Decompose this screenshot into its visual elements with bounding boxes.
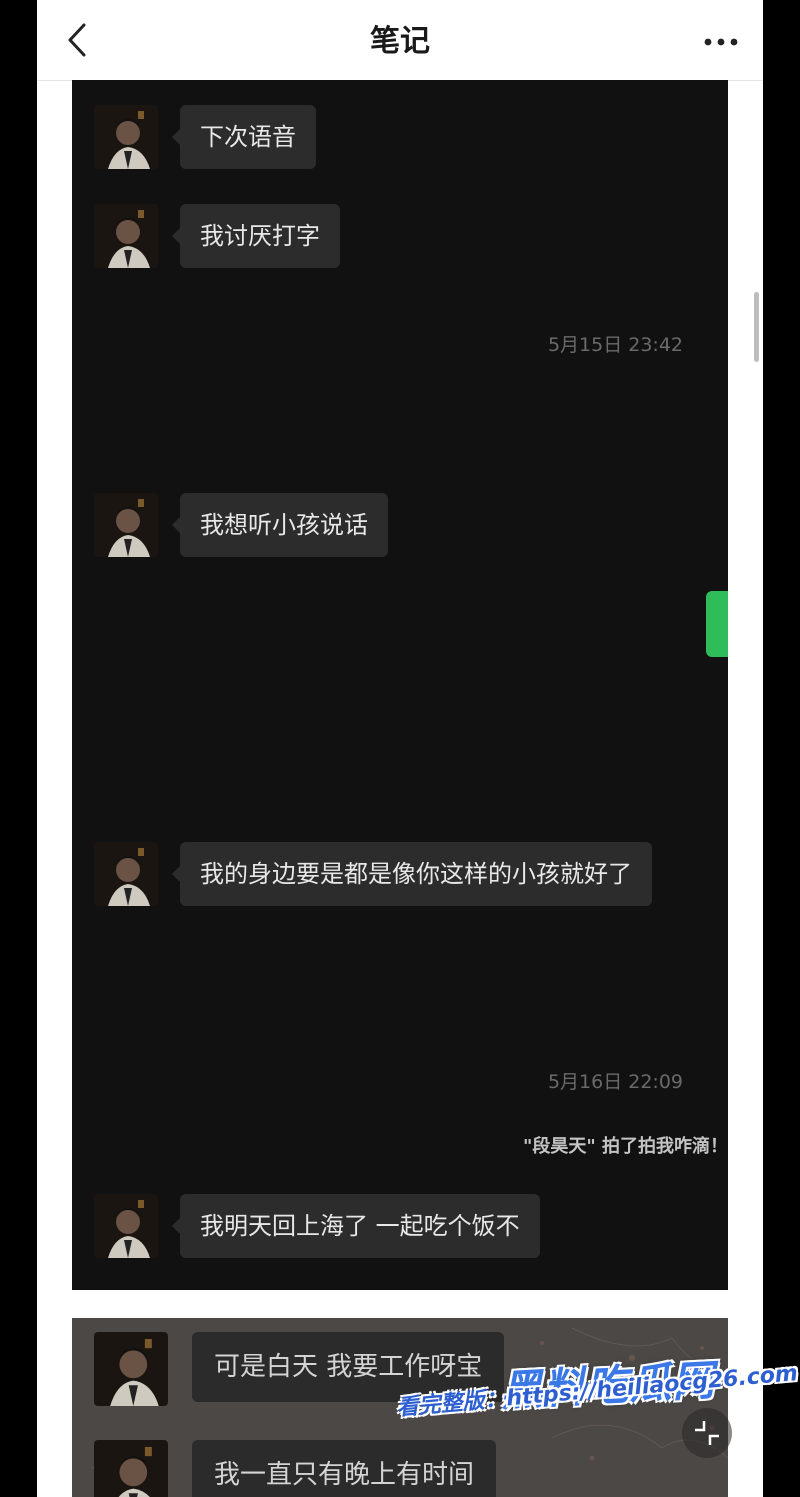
message-timestamp: 5月16日 22:09 bbox=[547, 1071, 683, 1093]
more-dots-icon bbox=[704, 38, 738, 46]
avatar bbox=[94, 1194, 158, 1258]
chat-message-bubble: 我讨厌打字 bbox=[172, 204, 340, 268]
avatar bbox=[94, 842, 158, 906]
phone-screen: 笔记 下次语音 我讨厌打字 5月15日 23:42 我想听小孩说话 我的身边要是… bbox=[37, 0, 763, 1497]
avatar bbox=[94, 493, 158, 557]
scrollbar[interactable] bbox=[754, 292, 759, 362]
message-timestamp: 5月15日 23:42 bbox=[547, 334, 683, 356]
chat-screenshot: 下次语音 我讨厌打字 5月15日 23:42 我想听小孩说话 我的身边要是都是像… bbox=[72, 80, 728, 1290]
navigation-bar: 笔记 bbox=[37, 0, 763, 81]
avatar bbox=[94, 1332, 168, 1406]
more-button[interactable] bbox=[699, 24, 743, 60]
pat-system-note: "段昊天" 拍了拍我咋滴！ bbox=[522, 1136, 728, 1157]
expand-button[interactable] bbox=[682, 1408, 732, 1458]
chat-message-bubble: 我一直只有晚上有时间 bbox=[192, 1440, 497, 1497]
chat-message-bubble: 我明天回上海了 一起吃个饭不 bbox=[172, 1194, 540, 1258]
avatar bbox=[94, 1440, 168, 1497]
avatar bbox=[94, 204, 158, 268]
sent-message-edge bbox=[706, 591, 728, 657]
chat-message-bubble: 我想听小孩说话 bbox=[172, 493, 388, 557]
avatar bbox=[94, 105, 158, 169]
chat-message-bubble: 我的身边要是都是像你这样的小孩就好了 bbox=[172, 842, 652, 906]
page-title: 笔记 bbox=[370, 24, 430, 59]
chat-message-bubble: 下次语音 bbox=[172, 105, 316, 169]
expand-corners-icon bbox=[695, 1421, 719, 1445]
